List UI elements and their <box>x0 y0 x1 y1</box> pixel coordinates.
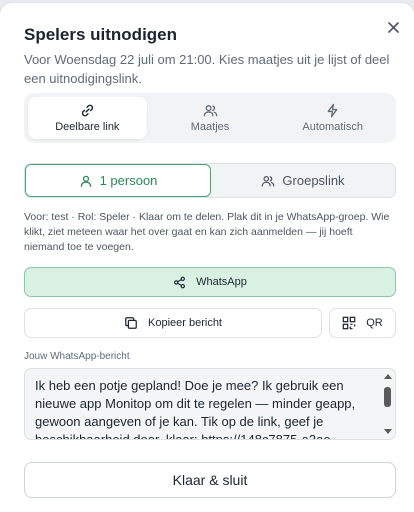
whatsapp-button[interactable]: WhatsApp <box>24 267 396 297</box>
tab-buddies-label: Maatjes <box>190 121 230 133</box>
lightning-icon <box>325 103 340 118</box>
users-icon <box>261 174 275 188</box>
message-scrollbar[interactable] <box>381 371 393 437</box>
message-text: Ik heb een potje gepland! Doe je mee? Ik… <box>35 378 356 440</box>
single-person-option[interactable]: 1 persoon <box>25 164 211 197</box>
scroll-up-arrow-icon[interactable] <box>384 374 392 379</box>
invite-info-text: Voor: test · Rol: Speler · Klaar om te d… <box>24 211 390 253</box>
dialog-title: Spelers uitnodigen <box>24 25 178 44</box>
close-button[interactable] <box>382 16 404 38</box>
qr-label: QR <box>366 317 383 329</box>
tab-automatic-label: Automatisch <box>302 121 363 133</box>
group-link-label: Groepslink <box>282 173 345 188</box>
done-close-button[interactable]: Klaar & sluit <box>24 462 396 498</box>
share-icon <box>173 276 186 289</box>
single-person-label: 1 persoon <box>99 173 158 188</box>
copy-message-button[interactable]: Kopieer bericht <box>24 308 322 338</box>
tab-automatic[interactable]: Automatisch <box>273 97 392 139</box>
copy-message-label: Kopieer bericht <box>148 317 222 329</box>
whatsapp-label: WhatsApp <box>196 276 247 288</box>
invite-dialog: Spelers uitnodigen Voor Woensdag 22 juli… <box>0 3 414 512</box>
tab-shareable-link[interactable]: Deelbare link <box>28 97 147 139</box>
copy-icon <box>124 316 138 330</box>
user-icon <box>79 174 93 188</box>
dialog-subtitle: Voor Woensdag 22 juli om 21:00. Kies maa… <box>24 52 390 86</box>
scrollbar-thumb[interactable] <box>384 387 391 407</box>
message-textarea[interactable]: Ik heb een potje gepland! Doe je mee? Ik… <box>24 368 396 440</box>
tab-buddies[interactable]: Maatjes <box>151 97 270 139</box>
qr-code-icon <box>342 316 356 330</box>
audience-toggle: 1 persoon Groepslink <box>24 163 396 198</box>
tab-shareable-link-label: Deelbare link <box>55 121 120 133</box>
link-icon <box>80 103 95 118</box>
mode-tabs: Deelbare link Maatjes Automatisch <box>24 93 396 143</box>
qr-button[interactable]: QR <box>329 308 396 338</box>
done-close-label: Klaar & sluit <box>172 472 248 488</box>
message-label: Jouw WhatsApp-bericht <box>24 351 130 362</box>
close-icon <box>387 21 399 33</box>
users-icon <box>203 103 218 118</box>
scroll-down-arrow-icon[interactable] <box>384 429 392 434</box>
group-link-option[interactable]: Groepslink <box>211 164 395 197</box>
